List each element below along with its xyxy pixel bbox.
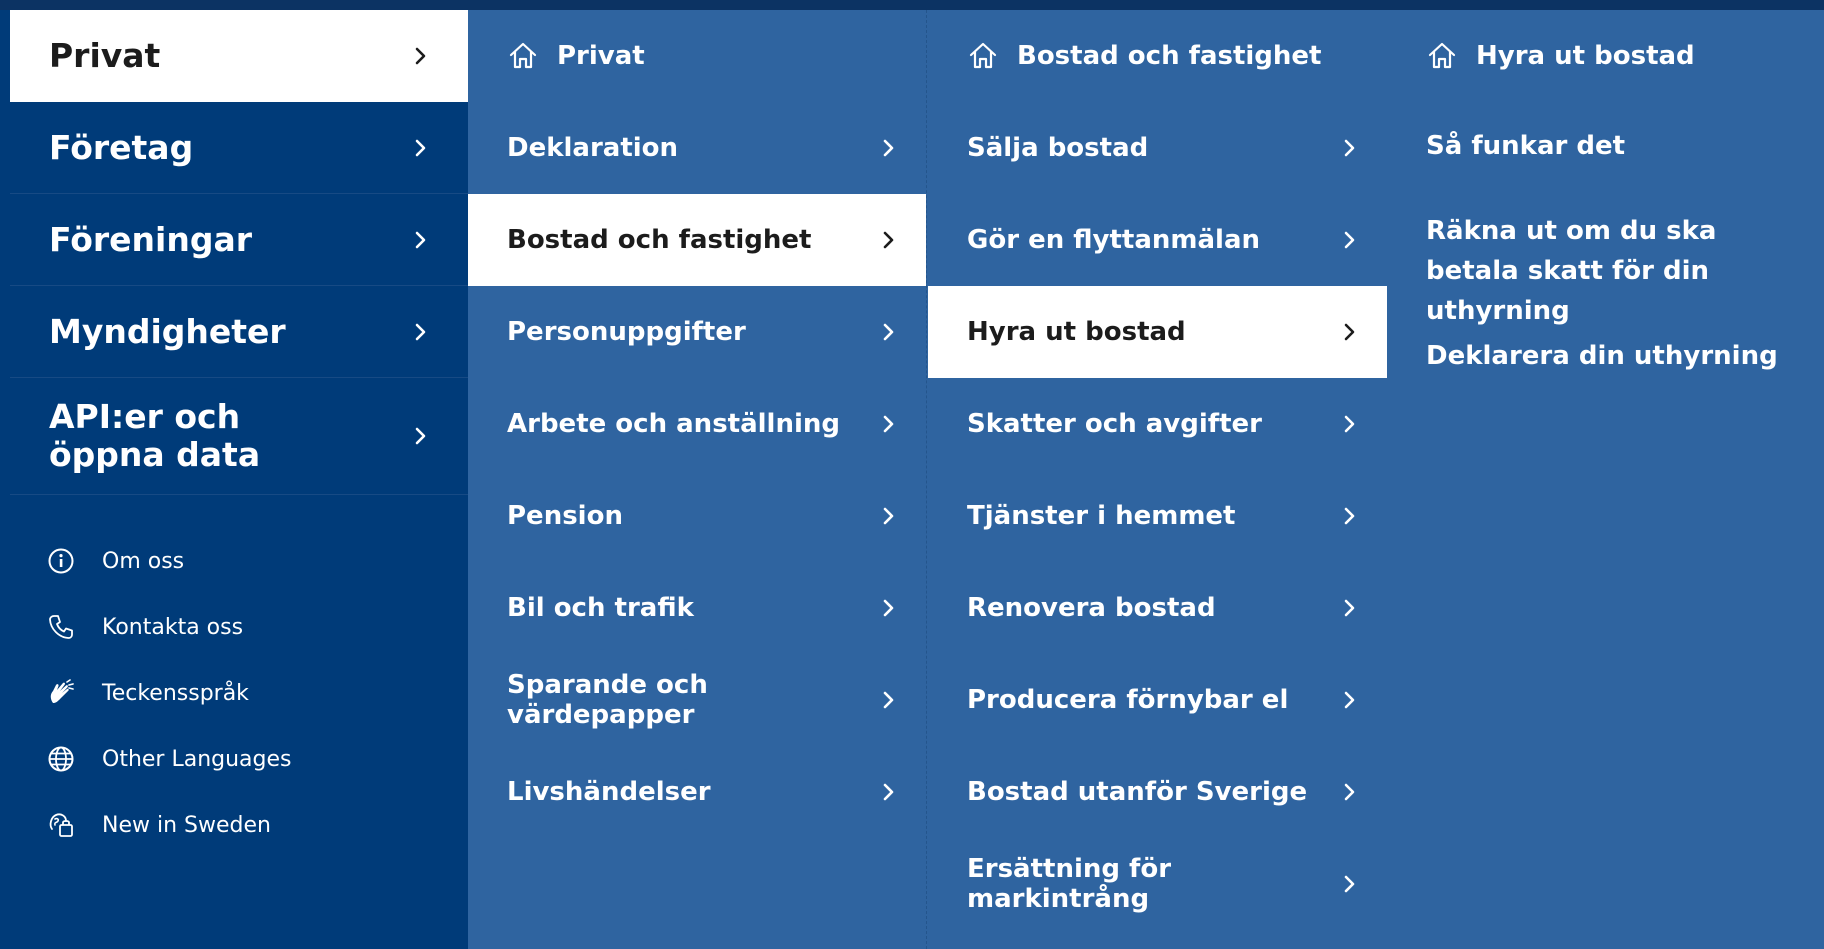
chevron-right-icon: [1339, 230, 1359, 250]
top-bar: [0, 0, 1824, 10]
chevron-right-icon: [410, 46, 430, 66]
chevron-right-icon: [1339, 782, 1359, 802]
leaf-link-deklarera-din-uthyrning[interactable]: Deklarera din uthyrning: [1426, 336, 1806, 376]
chevron-right-icon: [1339, 598, 1359, 618]
new-in-sweden-icon: [46, 810, 76, 840]
submenu-item-bil-och-trafik[interactable]: Bil och trafik: [468, 562, 926, 654]
submenu-hyra-ut-bostad: Hyra ut bostad Så funkar det Räkna ut om…: [1387, 10, 1824, 949]
submenu-item-label: Deklaration: [507, 133, 679, 163]
submenu-item-tjanster-i-hemmet[interactable]: Tjänster i hemmet: [928, 470, 1387, 562]
chevron-right-icon: [1339, 138, 1359, 158]
primary-nav-item-api[interactable]: API:er och öppna data: [10, 378, 468, 495]
phone-icon: [46, 612, 76, 642]
chevron-right-icon: [1339, 414, 1359, 434]
submenu-item-livshandelser[interactable]: Livshändelser: [468, 746, 926, 838]
submenu-item-label: Personuppgifter: [507, 317, 746, 347]
submenu-item-ersattning-for-markintrang[interactable]: Ersättning för markintrång: [928, 838, 1387, 930]
submenu-heading: Hyra ut bostad: [1476, 41, 1695, 71]
submenu-bostad-och-fastighet: Bostad och fastighet Sälja bostad Gör en…: [928, 10, 1387, 949]
utility-link-kontakta-oss[interactable]: Kontakta oss: [46, 612, 243, 642]
chevron-right-icon: [878, 230, 898, 250]
primary-nav-item-foreningar[interactable]: Föreningar: [10, 194, 468, 286]
submenu-item-bostad-och-fastighet[interactable]: Bostad och fastighet: [468, 194, 926, 286]
submenu-item-label: Hyra ut bostad: [967, 317, 1186, 347]
submenu-item-label: Sälja bostad: [967, 133, 1149, 163]
sign-language-icon: [46, 678, 76, 708]
submenu-item-label: Arbete och anställning: [507, 409, 841, 439]
primary-nav-item-privat[interactable]: Privat: [10, 10, 468, 102]
utility-link-label: Kontakta oss: [102, 614, 244, 640]
primary-nav-item-foretag[interactable]: Företag: [10, 102, 468, 194]
utility-link-label: Om oss: [102, 548, 185, 574]
submenu-item-deklaration[interactable]: Deklaration: [468, 102, 926, 194]
utility-link-new-in-sweden[interactable]: New in Sweden: [46, 810, 271, 840]
primary-nav-label: Privat: [49, 36, 161, 75]
leaf-link-sa-funkar-det[interactable]: Så funkar det: [1426, 126, 1806, 166]
submenu-item-label: Gör en flyttanmälan: [967, 225, 1261, 255]
submenu-item-label: Sparande och värdepapper: [507, 670, 708, 730]
chevron-right-icon: [410, 322, 430, 342]
submenu-item-label: Livshändelser: [507, 777, 711, 807]
primary-nav-label: API:er och öppna data: [49, 397, 261, 474]
chevron-right-icon: [1339, 874, 1359, 894]
chevron-right-icon: [410, 138, 430, 158]
submenu-item-renovera-bostad[interactable]: Renovera bostad: [928, 562, 1387, 654]
primary-nav-label: Myndigheter: [49, 311, 286, 351]
submenu-item-label: Producera förnybar el: [967, 685, 1289, 715]
chevron-right-icon: [878, 782, 898, 802]
utility-link-other-languages[interactable]: Other Languages: [46, 744, 292, 774]
submenu-heading-link[interactable]: Hyra ut bostad: [1387, 10, 1824, 102]
submenu-item-label: Skatter och avgifter: [967, 409, 1262, 439]
submenu-item-salja-bostad[interactable]: Sälja bostad: [928, 102, 1387, 194]
chevron-right-icon: [878, 138, 898, 158]
utility-link-teckensprak[interactable]: Teckensspråk: [46, 678, 249, 708]
chevron-right-icon: [1339, 322, 1359, 342]
chevron-right-icon: [878, 506, 898, 526]
submenu-item-label: Bostad och fastighet: [507, 225, 812, 255]
submenu-item-label: Renovera bostad: [967, 593, 1216, 623]
submenu-item-label: Tjänster i hemmet: [967, 501, 1236, 531]
submenu-item-skatter-och-avgifter[interactable]: Skatter och avgifter: [928, 378, 1387, 470]
primary-nav-label: Föreningar: [49, 219, 252, 259]
submenu-heading: Privat: [557, 41, 645, 71]
home-icon: [1426, 40, 1458, 72]
submenu-heading: Bostad och fastighet: [1017, 41, 1322, 71]
chevron-right-icon: [878, 598, 898, 618]
chevron-right-icon: [410, 230, 430, 250]
primary-nav-label: Företag: [49, 127, 194, 167]
chevron-right-icon: [878, 322, 898, 342]
submenu-item-personuppgifter[interactable]: Personuppgifter: [468, 286, 926, 378]
submenu-item-producera-fornybar-el[interactable]: Producera förnybar el: [928, 654, 1387, 746]
submenu-item-label: Ersättning för markintrång: [967, 854, 1172, 914]
info-icon: [46, 546, 76, 576]
submenu-item-label: Pension: [507, 501, 623, 531]
submenu-item-arbete-och-anstallning[interactable]: Arbete och anställning: [468, 378, 926, 470]
leaf-link-rakna-ut-skatt[interactable]: Räkna ut om du ska betala skatt för din …: [1426, 211, 1806, 331]
utility-link-label: Teckensspråk: [102, 680, 249, 706]
home-icon: [507, 40, 539, 72]
submenu-heading-link[interactable]: Bostad och fastighet: [928, 10, 1387, 102]
primary-nav-item-myndigheter[interactable]: Myndigheter: [10, 286, 468, 378]
chevron-right-icon: [878, 690, 898, 710]
submenu-item-label: Bil och trafik: [507, 593, 694, 623]
chevron-right-icon: [410, 426, 430, 446]
globe-icon: [46, 744, 76, 774]
primary-nav: Privat Företag Föreningar Myndigheter AP…: [0, 10, 468, 949]
utility-link-label: New in Sweden: [102, 812, 271, 838]
submenu-item-pension[interactable]: Pension: [468, 470, 926, 562]
utility-link-om-oss[interactable]: Om oss: [46, 546, 184, 576]
submenu-item-hyra-ut-bostad[interactable]: Hyra ut bostad: [928, 286, 1387, 378]
submenu-privat: Privat Deklaration Bostad och fastighet …: [468, 10, 927, 949]
submenu-item-sparande-och-vardepapper[interactable]: Sparande och värdepapper: [468, 654, 926, 746]
submenu-heading-link[interactable]: Privat: [468, 10, 926, 102]
chevron-right-icon: [1339, 506, 1359, 526]
submenu-item-bostad-utanfor-sverige[interactable]: Bostad utanför Sverige: [928, 746, 1387, 838]
utility-link-label: Other Languages: [102, 746, 292, 772]
submenu-item-flyttanmalan[interactable]: Gör en flyttanmälan: [928, 194, 1387, 286]
home-icon: [967, 40, 999, 72]
chevron-right-icon: [878, 414, 898, 434]
chevron-right-icon: [1339, 690, 1359, 710]
submenu-item-label: Bostad utanför Sverige: [967, 777, 1308, 807]
